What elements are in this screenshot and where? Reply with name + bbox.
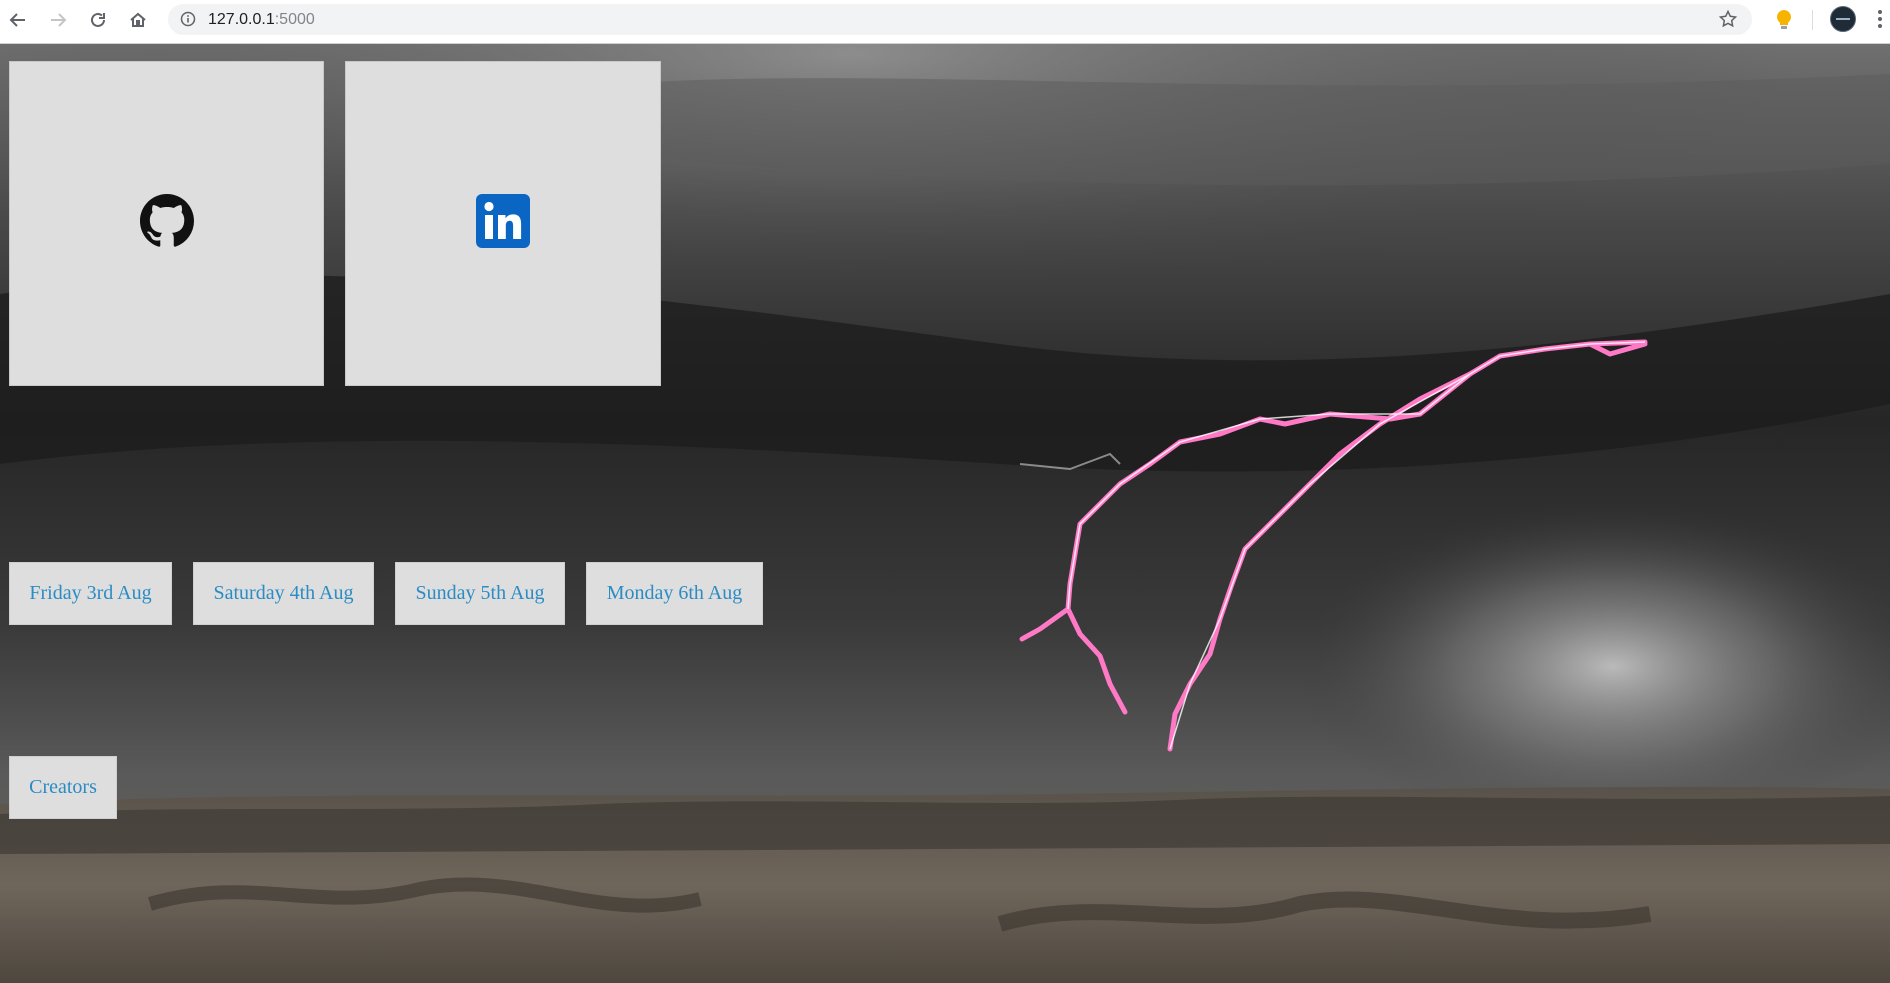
bookmark-star-icon[interactable] (1718, 9, 1738, 34)
back-icon[interactable] (6, 8, 30, 32)
toolbar-separator (1812, 10, 1813, 30)
linkedin-icon (476, 194, 530, 253)
day-button-friday[interactable]: Friday 3rd Aug (9, 562, 172, 625)
day-button-saturday[interactable]: Saturday 4th Aug (193, 562, 374, 625)
home-icon[interactable] (126, 8, 150, 32)
day-button-monday[interactable]: Monday 6th Aug (586, 562, 763, 625)
reload-icon[interactable] (86, 8, 110, 32)
address-bar[interactable]: 127.0.0.1:5000 (168, 4, 1752, 35)
forward-icon[interactable] (46, 8, 70, 32)
page-content: Friday 3rd Aug Saturday 4th Aug Sunday 5… (0, 44, 1890, 983)
github-icon (139, 194, 194, 253)
url-text: 127.0.0.1:5000 (208, 11, 315, 28)
menu-kebab-icon[interactable] (1876, 8, 1884, 35)
profile-avatar[interactable] (1830, 6, 1856, 32)
creators-button[interactable]: Creators (9, 756, 117, 819)
linkedin-link-tile[interactable] (345, 61, 661, 386)
info-icon[interactable] (180, 11, 196, 32)
github-link-tile[interactable] (9, 61, 324, 386)
day-button-sunday[interactable]: Sunday 5th Aug (395, 562, 565, 625)
lightbulb-extension-icon[interactable] (1774, 8, 1794, 37)
browser-toolbar: 127.0.0.1:5000 (0, 0, 1890, 44)
